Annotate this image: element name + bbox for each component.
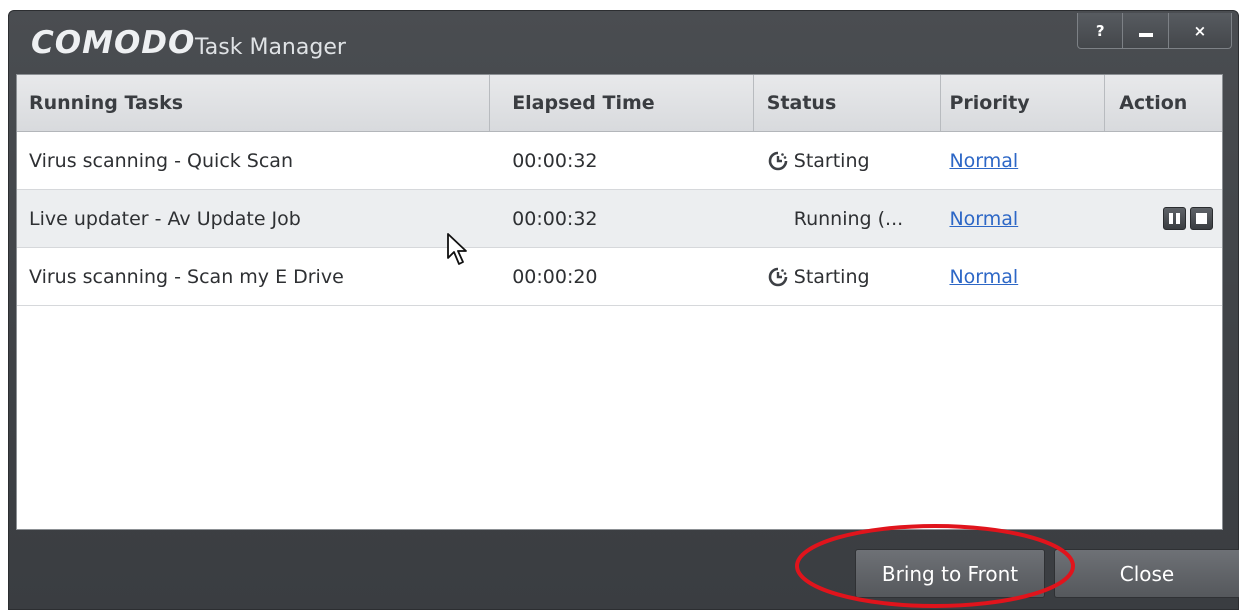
column-header-action[interactable]: Action	[1105, 75, 1222, 131]
minimize-button[interactable]	[1123, 13, 1169, 48]
priority-link[interactable]: Normal	[949, 266, 1018, 288]
highlight-ring-annotation	[795, 524, 1075, 608]
priority-link[interactable]: Normal	[949, 208, 1018, 230]
title-bar[interactable]: COMODO Task Manager	[9, 11, 1238, 83]
action-cell	[1105, 248, 1222, 305]
elapsed-time: 00:00:20	[512, 265, 598, 288]
priority-cell: Normal	[941, 190, 1105, 247]
task-list-panel: Running Tasks Elapsed Time Status Priori…	[16, 74, 1223, 530]
window-title: Task Manager	[195, 35, 346, 60]
table-row[interactable]: Virus scanning - Scan my E Drive 00:00:2…	[17, 248, 1222, 306]
task-name: Virus scanning - Scan my E Drive	[29, 265, 344, 288]
help-button[interactable]: ?	[1078, 13, 1124, 48]
help-icon: ?	[1095, 21, 1105, 40]
status-text: Starting	[793, 265, 870, 288]
priority-cell: Normal	[941, 248, 1105, 305]
status-cell: Running (...	[754, 190, 942, 247]
window-controls: ? ×	[1077, 13, 1232, 49]
column-header-priority[interactable]: Priority	[941, 75, 1106, 131]
pause-button[interactable]	[1163, 207, 1186, 230]
elapsed-time: 00:00:32	[512, 207, 598, 230]
priority-cell: Normal	[941, 132, 1105, 189]
status-text: Starting	[793, 149, 870, 172]
action-cell	[1105, 132, 1222, 189]
stop-icon	[1196, 213, 1207, 224]
clock-icon	[768, 151, 788, 170]
table-row[interactable]: Virus scanning - Quick Scan 00:00:32 Sta…	[17, 132, 1222, 190]
pause-icon	[1169, 213, 1180, 224]
minimize-icon	[1138, 32, 1153, 37]
close-window-button[interactable]: ×	[1169, 13, 1231, 48]
column-header-running-tasks[interactable]: Running Tasks	[17, 75, 491, 131]
table-row[interactable]: Live updater - Av Update Job 00:00:32 Ru…	[17, 190, 1222, 248]
table-header: Running Tasks Elapsed Time Status Priori…	[17, 75, 1222, 132]
column-header-elapsed-time[interactable]: Elapsed Time	[490, 75, 754, 131]
mouse-cursor-icon	[447, 233, 467, 265]
comodo-logo: COMODO	[31, 25, 196, 61]
task-name: Virus scanning - Quick Scan	[29, 149, 293, 172]
status-cell: Starting	[754, 248, 942, 305]
priority-link[interactable]: Normal	[949, 150, 1018, 172]
task-name: Live updater - Av Update Job	[29, 207, 301, 230]
status-text: Running (...	[793, 207, 904, 230]
close-button[interactable]: Close	[1054, 549, 1239, 598]
action-cell	[1105, 190, 1222, 247]
elapsed-time: 00:00:32	[512, 149, 598, 172]
close-icon: ×	[1193, 21, 1207, 40]
stop-button[interactable]	[1190, 207, 1213, 230]
status-cell: Starting	[754, 132, 942, 189]
clock-icon	[768, 267, 788, 286]
column-header-status[interactable]: Status	[754, 75, 942, 131]
